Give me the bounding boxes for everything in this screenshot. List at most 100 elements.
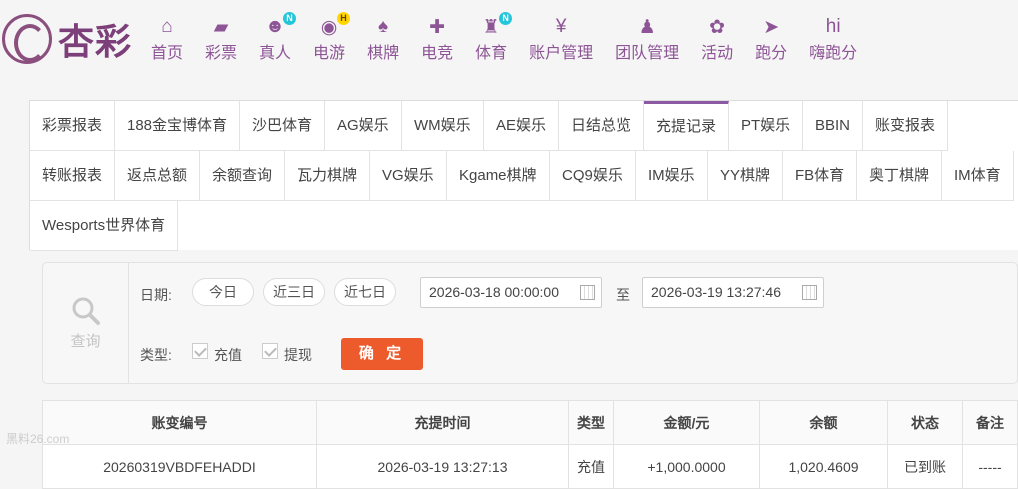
brand-logo[interactable]: 杏彩 — [0, 8, 145, 70]
record-status: 已到账 — [887, 444, 963, 489]
report-tabs: 彩票报表 188金宝博体育 沙巴体育 AG娱乐 WM娱乐 AE娱乐 日结总览 充提记录 PT娱乐… — [29, 100, 1018, 251]
nav-item[interactable]: ♟ 团队管理 — [604, 14, 690, 64]
logo-emblem-icon — [2, 14, 52, 64]
tab-item[interactable]: 充提记录 — [644, 101, 730, 151]
table-row: 20260319VBDFEHADDI 2026-03-19 13:27:13 充… — [42, 444, 1018, 489]
tab-item[interactable]: IM体育 — [942, 151, 1014, 201]
calendar-icon[interactable] — [802, 285, 817, 300]
tab-item[interactable]: 日结总览 — [559, 101, 645, 151]
nav-item[interactable]: ▰ 彩票 — [194, 14, 248, 64]
nav-label: 电游 — [313, 45, 346, 62]
query-panel: 查询 日期: 今日 近三日 近七日 2026-03-18 00:00:00 至 … — [42, 262, 1018, 384]
tab-item[interactable]: Wesports世界体育 — [30, 201, 179, 251]
nav-item[interactable]: ◉ H 电游 — [302, 12, 356, 64]
logo-text: 杏彩 — [58, 21, 133, 63]
main-nav: ⌂ 首页 ▰ 彩票 ☻ N 真人 ◉ H 电游 ♠ 棋牌 ✚ 电竞 ♜ N 体育 ¥ 账户管理 ♟ 团队管理 ✿ 活动 ➤ 跑分… — [140, 12, 868, 66]
tab-item[interactable]: AG娱乐 — [325, 101, 402, 151]
tab-item[interactable]: 余额查询 — [200, 151, 286, 201]
tab-item[interactable]: FB体育 — [783, 151, 858, 201]
tab-item[interactable]: WM娱乐 — [402, 101, 484, 151]
top-header: 杏彩 ⌂ 首页 ▰ 彩票 ☻ N 真人 ◉ H 电游 ♠ 棋牌 ✚ 电竞 ♜ N 体育 ¥ 账户管理 ♟ 团队管理 ✿ 活动… — [0, 0, 1018, 80]
home-icon: ⌂ — [161, 16, 173, 37]
withdraw-label: 提现 — [284, 347, 312, 363]
end-date-input[interactable]: 2026-03-19 13:27:46 — [642, 277, 824, 308]
tab-item[interactable]: VG娱乐 — [370, 151, 447, 201]
live-dealer-icon: ☻ N — [263, 12, 297, 38]
tab-item[interactable]: 沙巴体育 — [240, 101, 326, 151]
deposit-checkbox[interactable] — [192, 343, 208, 359]
col-header-remark: 备注 — [962, 400, 1018, 445]
nav-item[interactable]: ✿ 活动 — [690, 14, 744, 64]
col-header-status: 状态 — [887, 400, 963, 445]
nav-label: 活动 — [701, 45, 734, 62]
nav-item[interactable]: ♠ 棋牌 — [356, 14, 410, 64]
nav-label: 嗨跑分 — [809, 45, 858, 62]
tab-item[interactable]: CQ9娱乐 — [550, 151, 636, 201]
to-label: 至 — [616, 287, 630, 303]
account-icon: ¥ — [555, 16, 567, 37]
tab-item[interactable]: IM娱乐 — [636, 151, 708, 201]
date-label: 日期: — [140, 287, 172, 303]
hi-icon: hi — [825, 16, 841, 37]
nav-label: 棋牌 — [367, 45, 400, 62]
nav-label: 首页 — [151, 45, 184, 62]
cards-icon: ♠ — [378, 16, 389, 37]
preset-today-button[interactable]: 今日 — [192, 278, 254, 306]
preset-3days-button[interactable]: 近三日 — [263, 278, 325, 306]
lottery-icon: ▰ — [213, 16, 229, 38]
nav-item[interactable]: ➤ 跑分 — [744, 14, 798, 64]
nav-badge: N — [499, 12, 513, 25]
preset-7days-button[interactable]: 近七日 — [334, 278, 396, 306]
nav-item[interactable]: ☻ N 真人 — [248, 12, 302, 64]
records-table: 账变编号 充提时间 类型 金额/元 余额 状态 备注 20260319VBDFE… — [42, 400, 1018, 489]
col-header-type: 类型 — [568, 400, 614, 445]
nav-item[interactable]: hi 嗨跑分 — [798, 14, 868, 64]
tab-item[interactable]: AE娱乐 — [484, 101, 560, 151]
running-score-icon: ➤ — [763, 16, 780, 38]
tab-item[interactable]: Kgame棋牌 — [447, 151, 550, 201]
nav-label: 体育 — [475, 45, 508, 62]
nav-label: 团队管理 — [615, 45, 680, 62]
nav-label: 跑分 — [755, 45, 788, 62]
nav-badge: H — [337, 12, 351, 25]
tab-item[interactable]: PT娱乐 — [729, 101, 804, 151]
col-header-amount: 金额/元 — [613, 400, 760, 445]
calendar-icon[interactable] — [580, 285, 595, 300]
start-date-input[interactable]: 2026-03-18 00:00:00 — [420, 277, 602, 308]
watermark: 黑料26.com — [6, 430, 90, 464]
gamepad-icon: ✚ — [429, 16, 446, 38]
nav-item[interactable]: ♜ N 体育 — [464, 12, 518, 64]
watermark-text: 黑料26.com — [6, 432, 70, 446]
record-type: 充值 — [568, 444, 614, 489]
tab-item[interactable]: 奥丁棋牌 — [857, 151, 943, 201]
withdraw-checkbox[interactable] — [262, 343, 278, 359]
gift-icon: ✿ — [709, 16, 726, 38]
slot-game-icon: ◉ H — [317, 12, 351, 38]
tab-item[interactable]: YY棋牌 — [708, 151, 784, 201]
type-label: 类型: — [140, 347, 172, 363]
tab-item[interactable]: 返点总额 — [115, 151, 201, 201]
tab-item[interactable]: 账变报表 — [863, 101, 949, 151]
start-date-value: 2026-03-18 00:00:00 — [429, 284, 559, 300]
confirm-button[interactable]: 确 定 — [341, 338, 423, 370]
team-icon: ♟ — [638, 16, 656, 38]
record-remark: ----- — [962, 444, 1018, 489]
nav-item[interactable]: ✚ 电竞 — [410, 14, 464, 64]
deposit-label: 充值 — [214, 347, 242, 363]
nav-item[interactable]: ⌂ 首页 — [140, 14, 194, 64]
tab-item[interactable]: 彩票报表 — [30, 101, 116, 151]
record-balance: 1,020.4609 — [759, 444, 888, 489]
record-amount: +1,000.0000 — [613, 444, 760, 489]
trophy-icon: ♜ N — [479, 12, 513, 38]
nav-label: 电竞 — [421, 45, 454, 62]
query-label: 查询 — [70, 332, 101, 350]
nav-label: 账户管理 — [529, 45, 594, 62]
query-sidebar[interactable]: 查询 — [43, 263, 129, 383]
end-date-value: 2026-03-19 13:27:46 — [651, 284, 781, 300]
col-header-time: 充提时间 — [316, 400, 569, 445]
nav-item[interactable]: ¥ 账户管理 — [518, 14, 604, 64]
tab-item[interactable]: 瓦力棋牌 — [285, 151, 371, 201]
tab-item[interactable]: 188金宝博体育 — [115, 101, 241, 151]
tab-item[interactable]: 转账报表 — [30, 151, 116, 201]
tab-item[interactable]: BBIN — [803, 101, 864, 151]
